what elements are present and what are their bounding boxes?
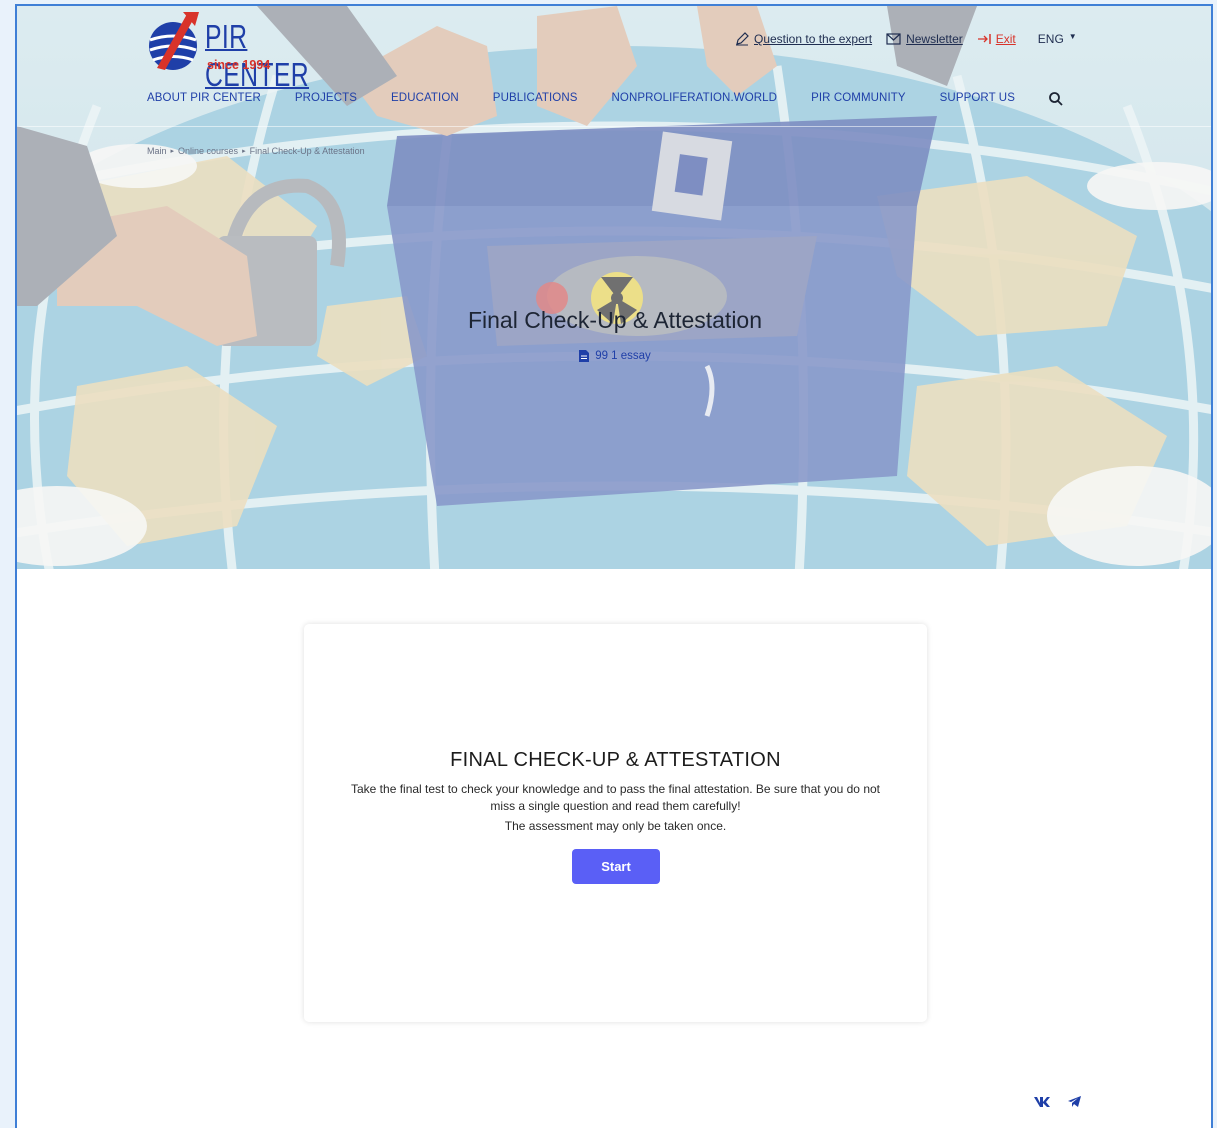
breadcrumb-separator-icon: ▸ (242, 148, 246, 155)
telegram-icon[interactable] (1067, 1095, 1082, 1108)
breadcrumb-current: Final Check-Up & Attestation (249, 146, 365, 156)
hero-overlay (17, 6, 1211, 569)
nav-publications[interactable]: PUBLICATIONS (493, 92, 578, 104)
assessment-description: Take the final test to check your knowle… (351, 782, 880, 813)
assessment-card: FINAL CHECK-UP & ATTESTATION Take the fi… (304, 624, 927, 1022)
social-links (1033, 1095, 1082, 1108)
start-button[interactable]: Start (572, 849, 660, 884)
nav-nonproliferation-world[interactable]: NONPROLIFERATION.WORLD (612, 92, 778, 104)
breadcrumb-separator-icon: ▸ (170, 148, 175, 155)
nav-pir-community[interactable]: PIR COMMUNITY (811, 92, 906, 104)
main-nav: ABOUT PIR CENTER PROJECTS EDUCATION PUBL… (147, 92, 1049, 104)
assessment-title: FINAL CHECK-UP & ATTESTATION (450, 749, 781, 771)
top-links: Question to the expert Newsletter Exit E… (735, 32, 1091, 46)
exit-link[interactable]: Exit (977, 32, 1016, 46)
language-selector[interactable]: ENG ▼ (1037, 31, 1077, 47)
assessment-note: The assessment may only be taken once. (504, 819, 727, 833)
page-title: Final Check-Up & Attestation (467, 307, 763, 333)
newsletter-link[interactable]: Newsletter (886, 32, 963, 46)
document-icon (579, 350, 590, 362)
exit-label: Exit (995, 32, 1016, 46)
newsletter-label: Newsletter (906, 32, 963, 46)
globe-logo-icon (149, 12, 199, 70)
exit-icon (977, 34, 991, 44)
caret-down-icon: ▼ (1068, 31, 1077, 41)
course-meta: 99 1 essay (17, 350, 1211, 362)
nav-about[interactable]: ABOUT PIR CENTER (147, 92, 261, 104)
breadcrumb-main[interactable]: Main (147, 146, 167, 156)
question-to-expert-label: Question to the expert (754, 32, 873, 46)
course-meta-text: 99 1 essay (595, 350, 651, 362)
nav-projects[interactable]: PROJECTS (295, 92, 357, 104)
search-icon[interactable] (1048, 91, 1064, 107)
nav-education[interactable]: EDUCATION (391, 92, 459, 104)
vk-icon[interactable] (1033, 1096, 1051, 1108)
language-label: ENG (1037, 32, 1064, 46)
envelope-icon (886, 33, 901, 45)
breadcrumb-online-courses[interactable]: Online courses (178, 146, 238, 156)
pencil-icon (736, 32, 749, 46)
nav-support-us[interactable]: SUPPORT US (940, 92, 1015, 104)
page-frame: PIR CENTER since 1994 Question to the ex… (15, 4, 1213, 1128)
question-to-expert-link[interactable]: Question to the expert (735, 32, 872, 46)
nav-divider (17, 126, 1211, 127)
hero-banner: PIR CENTER since 1994 Question to the ex… (17, 6, 1211, 569)
pir-center-logo[interactable]: PIR CENTER since 1994 (147, 10, 309, 93)
logo-wordmark: PIR CENTER (205, 18, 310, 93)
breadcrumb: Main ▸ Online courses ▸ Final Check-Up &… (147, 146, 365, 156)
logo-since: since 1994 (207, 58, 271, 72)
